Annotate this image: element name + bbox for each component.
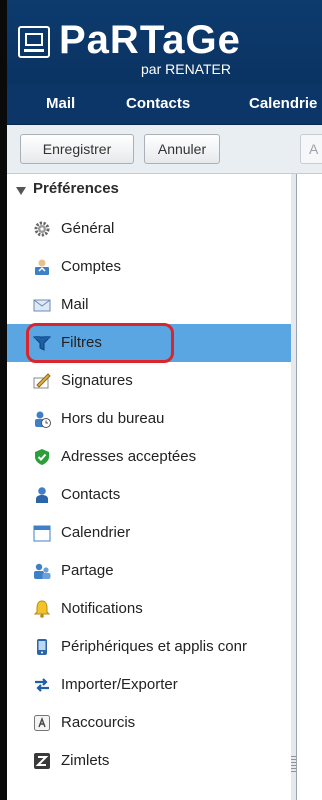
sidebar-item-accounts[interactable]: Comptes	[7, 248, 291, 286]
content-toolbar-button[interactable]: A	[300, 134, 322, 164]
zimlet-icon	[34, 753, 50, 769]
main-nav: Mail Contacts Calendrie	[7, 84, 322, 125]
sidebar-item-devices[interactable]: Périphériques et applis conr	[7, 628, 291, 666]
mobile-device-icon	[37, 639, 47, 655]
sidebar-item-contacts[interactable]: Contacts	[7, 476, 291, 514]
content-panel	[296, 174, 322, 800]
contact-person-icon	[36, 487, 48, 503]
sidebar-item-calendar[interactable]: Calendrier	[7, 514, 291, 552]
gear-icon	[34, 221, 50, 237]
import-export-icon	[35, 678, 49, 692]
sidebar-item-notifications[interactable]: Notifications	[7, 590, 291, 628]
tab-calendar[interactable]: Calendrie	[249, 95, 317, 112]
sidebar-item-label: Raccourcis	[61, 714, 136, 731]
out-of-office-icon	[35, 411, 51, 428]
bell-icon	[33, 600, 51, 618]
sidebar-item-label: Hors du bureau	[61, 410, 165, 427]
preferences-section-header[interactable]: Préférences	[7, 178, 291, 204]
app-window: PaRTaGe par RENATER Mail Contacts Calend…	[7, 0, 322, 800]
sidebar-item-label: Contacts	[61, 486, 121, 503]
sidebar-item-label: Partage	[61, 562, 114, 579]
cancel-button[interactable]: Annuler	[144, 134, 220, 164]
sidebar-item-label: Signatures	[61, 372, 133, 389]
toolbar: Enregistrer Annuler A	[7, 125, 322, 174]
sidebar-item-shortcuts[interactable]: Raccourcis	[7, 704, 291, 742]
sidebar-item-label: Mail	[61, 296, 89, 313]
sidebar-item-label: Général	[61, 220, 115, 237]
envelope-icon	[33, 299, 51, 312]
preferences-title: Préférences	[33, 180, 119, 197]
sidebar-item-sharing[interactable]: Partage	[7, 552, 291, 590]
shield-check-icon	[35, 449, 49, 465]
brand-name: PaRTaGe	[59, 18, 241, 62]
sidebar-item-label: Périphériques et applis conr	[61, 638, 247, 655]
sidebar-item-label: Notifications	[61, 600, 143, 617]
sidebar-item-zimlets[interactable]: Zimlets	[7, 742, 291, 780]
keyboard-key-icon	[34, 715, 50, 731]
sidebar-item-label: Calendrier	[61, 524, 131, 541]
monitor-icon	[18, 26, 50, 58]
sidebar-item-label: Comptes	[61, 258, 122, 275]
sidebar-item-signatures[interactable]: Signatures	[7, 362, 291, 400]
calendar-icon	[33, 525, 51, 542]
sidebar-item-label: Zimlets	[61, 752, 110, 769]
tab-contacts[interactable]: Contacts	[126, 95, 190, 112]
save-button[interactable]: Enregistrer	[20, 134, 134, 164]
sharing-icon	[34, 563, 51, 579]
sidebar-item-general[interactable]: Général	[7, 210, 291, 248]
sidebar-item-label: Importer/Exporter	[61, 676, 178, 693]
sidebar-item-out-of-office[interactable]: Hors du bureau	[7, 400, 291, 438]
sidebar-item-accepted-addresses[interactable]: Adresses acceptées	[7, 438, 291, 476]
collapse-triangle-icon[interactable]	[16, 187, 26, 195]
signature-icon	[33, 373, 51, 389]
sidebar-item-import-export[interactable]: Importer/Exporter	[7, 666, 291, 704]
accounts-icon	[35, 259, 49, 275]
annotation-highlight-ring	[26, 323, 174, 363]
brand-header: PaRTaGe par RENATER	[7, 0, 322, 84]
brand-subtitle: par RENATER	[141, 61, 231, 77]
sidebar-item-label: Adresses acceptées	[61, 448, 197, 465]
tab-mail[interactable]: Mail	[46, 95, 75, 112]
sidebar-item-mail[interactable]: Mail	[7, 286, 291, 324]
